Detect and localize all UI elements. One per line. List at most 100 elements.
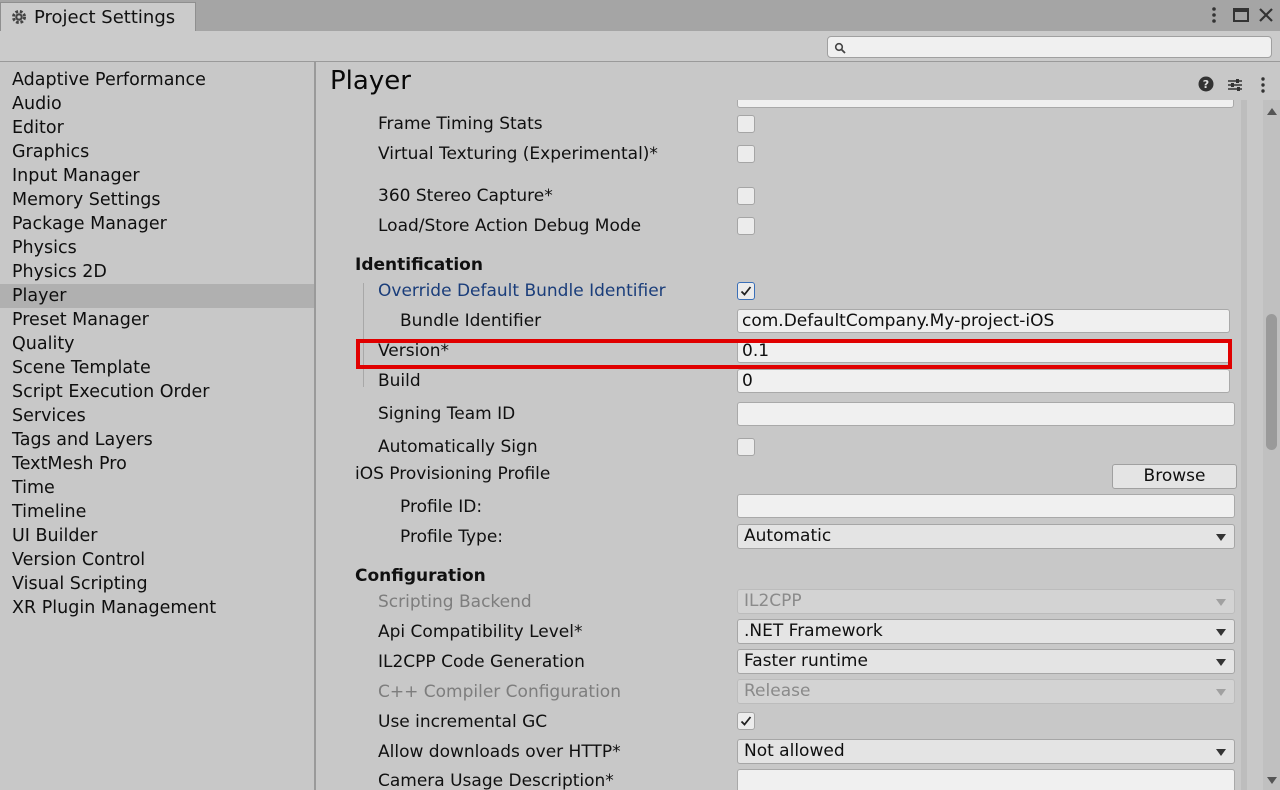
close-icon[interactable] <box>1256 5 1276 25</box>
page-title: Player <box>330 66 411 96</box>
automatically-sign-label: Automatically Sign <box>378 437 538 457</box>
browse-button[interactable]: Browse <box>1112 464 1237 489</box>
profile-id-input[interactable] <box>737 494 1235 518</box>
virtual-texturing-checkbox[interactable] <box>737 145 755 163</box>
il2cpp-code-generation-dropdown[interactable]: Faster runtime <box>737 649 1235 674</box>
project-settings-tab[interactable]: Project Settings <box>0 2 196 31</box>
sidebar-item-script-execution-order[interactable]: Script Execution Order <box>0 380 314 404</box>
search-icon <box>834 42 846 54</box>
tab-title: Project Settings <box>34 7 176 28</box>
stereo-capture-checkbox[interactable] <box>737 187 755 205</box>
cpp-compiler-config-value: Release <box>744 681 811 701</box>
api-compatibility-value: .NET Framework <box>744 621 883 641</box>
checkmark-icon <box>740 716 752 726</box>
cpp-compiler-config-dropdown: Release <box>737 679 1235 704</box>
version-input[interactable]: 0.1 <box>737 339 1230 363</box>
sidebar-item-services[interactable]: Services <box>0 404 314 428</box>
camera-usage-input[interactable] <box>737 769 1235 790</box>
scrollbar-thumb[interactable] <box>1266 314 1277 450</box>
sidebar-item-scene-template[interactable]: Scene Template <box>0 356 314 380</box>
title-bar: Project Settings <box>0 0 1280 31</box>
incremental-gc-label: Use incremental GC <box>378 712 548 732</box>
api-compatibility-label: Api Compatibility Level* <box>378 622 583 642</box>
signing-team-id-input[interactable] <box>737 402 1235 426</box>
sidebar-item-timeline[interactable]: Timeline <box>0 500 314 524</box>
scroll-up-arrow-icon[interactable] <box>1267 108 1277 115</box>
incremental-gc-checkbox[interactable] <box>737 712 755 730</box>
sidebar-item-visual-scripting[interactable]: Visual Scripting <box>0 572 314 596</box>
sidebar-item-version-control[interactable]: Version Control <box>0 548 314 572</box>
profile-type-value: Automatic <box>744 526 832 546</box>
il2cpp-code-generation-value: Faster runtime <box>744 651 868 671</box>
sidebar-item-physics[interactable]: Physics <box>0 236 314 260</box>
panel-menu-icon[interactable] <box>1255 76 1271 94</box>
configuration-heading: Configuration <box>355 566 486 586</box>
chevron-down-icon <box>1216 629 1226 636</box>
sidebar-item-quality[interactable]: Quality <box>0 332 314 356</box>
sidebar-item-time[interactable]: Time <box>0 476 314 500</box>
cpp-compiler-config-label: C++ Compiler Configuration <box>378 682 621 702</box>
il2cpp-code-generation-label: IL2CPP Code Generation <box>378 652 585 672</box>
profile-id-label: Profile ID: <box>400 497 483 517</box>
checkmark-icon <box>740 286 752 296</box>
load-store-debug-checkbox[interactable] <box>737 217 755 235</box>
sidebar-item-player[interactable]: Player <box>0 284 314 308</box>
scripting-backend-value: IL2CPP <box>744 591 802 611</box>
override-bundle-id-label: Override Default Bundle Identifier <box>378 281 666 301</box>
vertical-scrollbar[interactable] <box>1263 100 1280 790</box>
frame-timing-checkbox[interactable] <box>737 115 755 133</box>
sidebar-item-graphics[interactable]: Graphics <box>0 140 314 164</box>
search-box[interactable] <box>827 36 1272 58</box>
chevron-down-icon <box>1216 659 1226 666</box>
bundle-identifier-input[interactable]: com.DefaultCompany.My-project-iOS <box>737 309 1230 333</box>
search-input[interactable] <box>850 38 1264 58</box>
profile-type-dropdown[interactable]: Automatic <box>737 524 1235 549</box>
scripting-backend-label: Scripting Backend <box>378 592 532 612</box>
signing-team-id-label: Signing Team ID <box>378 404 516 424</box>
automatically-sign-checkbox[interactable] <box>737 438 755 456</box>
gear-icon <box>11 9 27 25</box>
sidebar-item-physics-2d[interactable]: Physics 2D <box>0 260 314 284</box>
sidebar-item-audio[interactable]: Audio <box>0 92 314 116</box>
chevron-down-icon <box>1216 749 1226 756</box>
sidebar-item-editor[interactable]: Editor <box>0 116 314 140</box>
sidebar-item-tags-and-layers[interactable]: Tags and Layers <box>0 428 314 452</box>
sidebar-item-memory-settings[interactable]: Memory Settings <box>0 188 314 212</box>
sidebar-item-ui-builder[interactable]: UI Builder <box>0 524 314 548</box>
search-toolbar <box>0 31 1280 62</box>
chevron-down-icon <box>1216 599 1226 606</box>
sidebar-item-xr-plugin-management[interactable]: XR Plugin Management <box>0 596 314 620</box>
sidebar-item-textmesh-pro[interactable]: TextMesh Pro <box>0 452 314 476</box>
build-input[interactable]: 0 <box>737 369 1230 393</box>
scroll-down-arrow-icon[interactable] <box>1267 777 1277 784</box>
identification-heading: Identification <box>355 255 483 275</box>
maximize-icon[interactable] <box>1231 5 1251 25</box>
player-settings-panel: Player ? Frame Timing Stats Virtual Text… <box>316 62 1280 790</box>
override-indent-line <box>363 283 364 387</box>
chevron-down-icon <box>1216 534 1226 541</box>
ios-provisioning-profile-label: iOS Provisioning Profile <box>355 464 551 484</box>
allow-http-value: Not allowed <box>744 741 845 761</box>
panel-header <box>316 62 1280 100</box>
chevron-down-icon <box>1216 689 1226 696</box>
settings-sidebar: Adaptive Performance Audio Editor Graphi… <box>0 62 314 790</box>
sidebar-item-package-manager[interactable]: Package Manager <box>0 212 314 236</box>
allow-http-dropdown[interactable]: Not allowed <box>737 739 1235 764</box>
scripting-backend-dropdown: IL2CPP <box>737 589 1235 614</box>
frame-timing-label: Frame Timing Stats <box>378 114 543 134</box>
sidebar-item-preset-manager[interactable]: Preset Manager <box>0 308 314 332</box>
help-icon[interactable]: ? <box>1198 76 1214 92</box>
version-label: Version* <box>378 341 450 361</box>
sidebar-item-adaptive-performance[interactable]: Adaptive Performance <box>0 68 314 92</box>
sidebar-item-input-manager[interactable]: Input Manager <box>0 164 314 188</box>
virtual-texturing-label: Virtual Texturing (Experimental)* <box>378 144 658 164</box>
presets-icon[interactable] <box>1226 76 1244 94</box>
load-store-debug-label: Load/Store Action Debug Mode <box>378 216 642 236</box>
more-options-icon[interactable] <box>1204 5 1224 25</box>
profile-type-label: Profile Type: <box>400 527 504 547</box>
build-label: Build <box>378 371 421 391</box>
override-bundle-id-checkbox[interactable] <box>737 282 755 300</box>
camera-usage-label: Camera Usage Description* <box>378 771 614 790</box>
svg-text:?: ? <box>1203 78 1209 91</box>
api-compatibility-dropdown[interactable]: .NET Framework <box>737 619 1235 644</box>
